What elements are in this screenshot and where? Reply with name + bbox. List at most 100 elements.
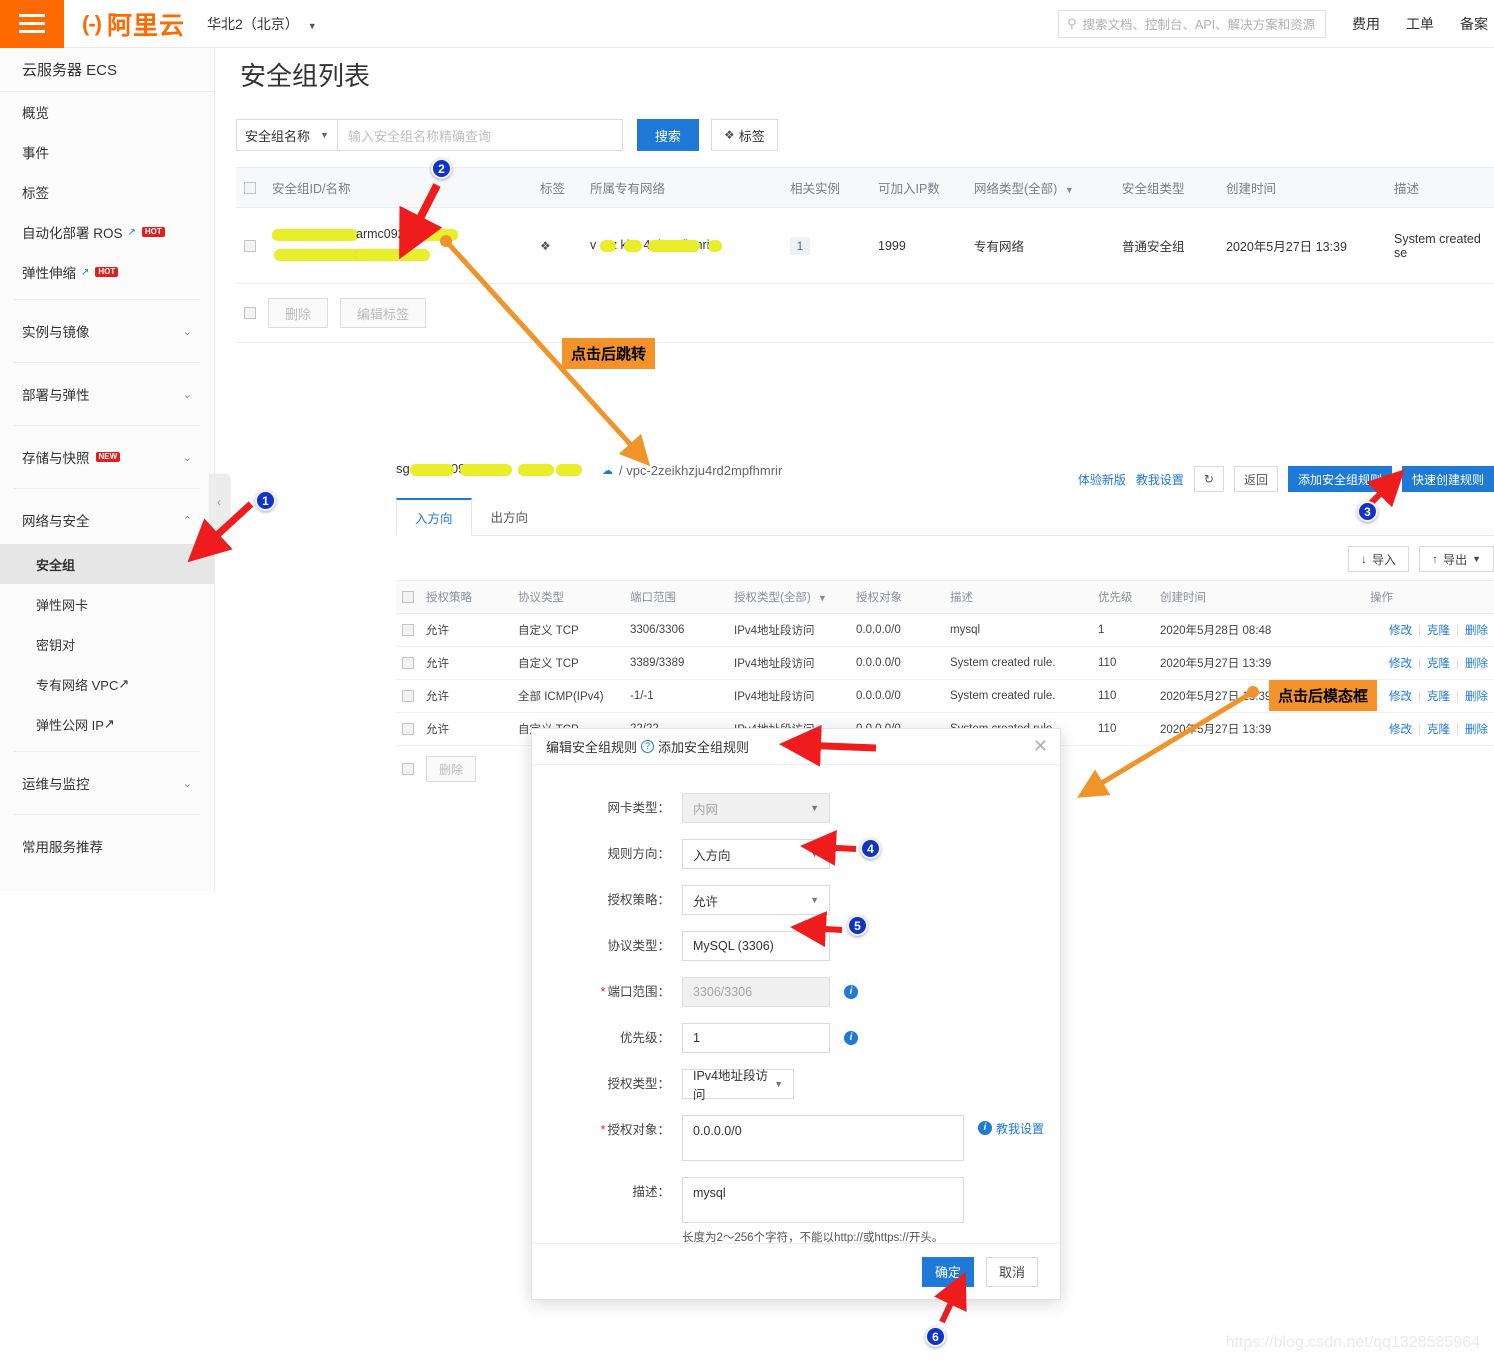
sidebar-item-security-group[interactable]: 安全组 — [0, 544, 214, 584]
auth-target-input[interactable]: 0.0.0.0/0 — [682, 1115, 964, 1161]
import-button[interactable]: ↓ 导入 — [1348, 546, 1410, 572]
info-icon[interactable]: i — [844, 985, 858, 999]
brand-logo[interactable]: (-) 阿里云 — [82, 6, 185, 42]
sidebar-group-instances[interactable]: 实例与镜像 ⌄ — [0, 307, 214, 355]
clone-rule-link[interactable]: 克隆 — [1427, 724, 1450, 736]
sidebar-item-autoscaling[interactable]: 弹性伸缩 ↗ HOT — [0, 252, 214, 292]
cell-auth-target: 0.0.0.0/0 — [850, 679, 944, 713]
external-link-icon: ↗ — [103, 716, 115, 731]
auth-type-select[interactable]: IPv4地址段访问 ▼ — [682, 1069, 794, 1102]
edit-rule-link[interactable]: 修改 — [1389, 724, 1412, 736]
quick-create-rule-button[interactable]: 快速创建规则 — [1401, 466, 1494, 492]
sidebar-item-overview[interactable]: 概览 — [0, 92, 214, 132]
sidebar-item-eni[interactable]: 弹性网卡 — [0, 584, 214, 624]
col-network-type[interactable]: 网络类型(全部) ▼ — [966, 167, 1114, 208]
rules-select-all-checkbox[interactable] — [402, 590, 414, 603]
filter-type-select[interactable]: 安全组名称 ▼ — [236, 119, 338, 151]
topnav-item-fee[interactable]: 费用 — [1352, 14, 1380, 34]
cell-protocol: 全部 ICMP(IPv4) — [512, 679, 624, 713]
info-icon[interactable]: i — [978, 1121, 992, 1135]
confirm-button[interactable]: 确定 — [922, 1256, 974, 1287]
cell-sg-id-name[interactable]: armc092jc — [264, 207, 532, 284]
add-security-group-rule-button[interactable]: 添加安全组规则 — [1287, 466, 1392, 492]
search-input-placeholder: 输入安全组名称精确查询 — [347, 128, 491, 144]
left-sidebar: 云服务器 ECS 概览 事件 标签 自动化部署 ROS ↗ HOT 弹性伸缩 ↗… — [0, 48, 215, 891]
clone-rule-link[interactable]: 克隆 — [1427, 625, 1450, 637]
security-group-search-input[interactable]: 输入安全组名称精确查询 — [337, 119, 623, 151]
table-row[interactable]: 允许 自定义 TCP 3306/3306 IPv4地址段访问 0.0.0.0/0 mysq… — [396, 613, 1494, 647]
protocol-select[interactable]: MySQL (3306) — [682, 931, 830, 961]
priority-input[interactable]: 1 — [682, 1023, 830, 1053]
hamburger-menu-icon[interactable] — [0, 0, 64, 48]
sidebar-item-ros[interactable]: 自动化部署 ROS ↗ HOT — [0, 212, 214, 252]
clone-rule-link[interactable]: 克隆 — [1427, 691, 1450, 703]
question-icon[interactable]: ? — [641, 740, 655, 753]
cell-tag[interactable]: ❖ — [532, 207, 582, 284]
sidebar-item-vpc[interactable]: 专有网络 VPC ↗ — [0, 664, 214, 704]
description-input[interactable]: mysql — [682, 1177, 964, 1223]
brand-name: 阿里云 — [106, 11, 185, 40]
edit-rule-link[interactable]: 修改 — [1389, 658, 1412, 670]
bulk-select-checkbox[interactable] — [244, 307, 256, 319]
edit-rule-link[interactable]: 修改 — [1389, 625, 1412, 637]
global-search-input[interactable]: ⚲ 搜索文档、控制台、API、解决方案和资源 — [1058, 9, 1326, 38]
cancel-button[interactable]: 取消 — [986, 1256, 1038, 1287]
col-created-time: 创建时间 — [1218, 167, 1386, 208]
cell-rule-description: mysql — [944, 613, 1092, 647]
table-row[interactable]: 允许 自定义 TCP 3389/3389 IPv4地址段访问 0.0.0.0/0 Syst… — [396, 646, 1494, 680]
edit-tag-button[interactable]: 编辑标签 — [340, 298, 427, 328]
search-button[interactable]: 搜索 — [636, 119, 699, 151]
rules-bulk-checkbox[interactable] — [402, 763, 414, 775]
export-icon: ↑ — [1432, 552, 1439, 566]
select-all-checkbox[interactable] — [244, 182, 256, 195]
tab-inbound[interactable]: 入方向 — [396, 498, 472, 536]
sidebar-group-storage[interactable]: 存储与快照 NEW ⌄ — [0, 433, 214, 481]
rule-checkbox[interactable] — [402, 656, 414, 669]
new-version-link[interactable]: 体验新版 — [1078, 471, 1126, 488]
delete-rule-link[interactable]: 删除 — [1465, 724, 1488, 736]
sidebar-group-ops-monitoring[interactable]: 运维与监控 ⌄ — [0, 759, 214, 807]
teach-me-link[interactable]: 教我设置 — [1136, 471, 1184, 488]
close-icon[interactable]: ✕ — [1033, 737, 1048, 755]
export-label: 导出 — [1443, 552, 1468, 567]
tag-filter-button[interactable]: ❖ 标签 — [710, 119, 778, 151]
back-button[interactable]: 返回 — [1233, 466, 1278, 492]
direction-select[interactable]: 入方向 ▼ — [682, 839, 830, 869]
edit-security-group-rule-modal: 编辑安全组规则 ? 添加安全组规则 ✕ 网卡类型： 内网 ▼ 规则方向： 入方向… — [531, 728, 1061, 1300]
rule-checkbox[interactable] — [402, 689, 414, 702]
delete-rule-link[interactable]: 删除 — [1465, 625, 1488, 637]
export-button[interactable]: ↑ 导出 ▼ — [1419, 546, 1494, 572]
sidebar-item-keypair[interactable]: 密钥对 — [0, 624, 214, 664]
field-description: 描述： mysql 长度为2～256个字符，不能以http://或https:/… — [532, 1177, 1060, 1245]
topnav-item-ticket[interactable]: 工单 — [1406, 14, 1434, 34]
teach-me-link[interactable]: 教我设置 — [996, 1120, 1044, 1137]
col-auth-type[interactable]: 授权类型(全部) ▼ — [728, 580, 850, 614]
tab-outbound[interactable]: 出方向 — [472, 498, 548, 536]
rule-checkbox[interactable] — [402, 623, 414, 636]
row-checkbox[interactable] — [244, 240, 256, 253]
step-badge-3: 3 — [1357, 501, 1378, 522]
field-label: * 授权对象： — [532, 1115, 682, 1145]
sidebar-item-recommended-services[interactable]: 常用服务推荐 — [0, 822, 214, 870]
sidebar-item-tags[interactable]: 标签 — [0, 172, 214, 212]
sidebar-collapse-handle[interactable]: ‹ — [209, 474, 229, 530]
sidebar-group-network-security[interactable]: 网络与安全 ⌃ — [0, 496, 214, 544]
sidebar-group-deployment[interactable]: 部署与弹性 ⌄ — [0, 370, 214, 418]
edit-rule-link[interactable]: 修改 — [1389, 691, 1412, 703]
rules-delete-button[interactable]: 删除 — [426, 756, 477, 782]
policy-select[interactable]: 允许 ▼ — [682, 885, 830, 915]
topnav-item-beian[interactable]: 备案 — [1460, 14, 1488, 34]
clone-rule-link[interactable]: 克隆 — [1427, 658, 1450, 670]
delete-rule-link[interactable]: 删除 — [1465, 691, 1488, 703]
region-selector[interactable]: 华北2（北京） ▼ — [207, 14, 317, 34]
aliyun-logo-icon: (-) — [82, 10, 102, 36]
info-icon[interactable]: i — [844, 1031, 858, 1045]
sidebar-item-label: 弹性网卡 — [36, 597, 89, 613]
delete-button[interactable]: 删除 — [268, 298, 329, 328]
sidebar-item-eip[interactable]: 弹性公网 IP ↗ — [0, 704, 214, 744]
table-row[interactable]: armc092jc ❖ v -2z khz 4 d2m fhmrir — [236, 207, 1494, 284]
rule-checkbox[interactable] — [402, 722, 414, 735]
refresh-icon-button[interactable]: ↻ — [1193, 466, 1224, 492]
sidebar-item-events[interactable]: 事件 — [0, 132, 214, 172]
delete-rule-link[interactable]: 删除 — [1465, 658, 1488, 670]
